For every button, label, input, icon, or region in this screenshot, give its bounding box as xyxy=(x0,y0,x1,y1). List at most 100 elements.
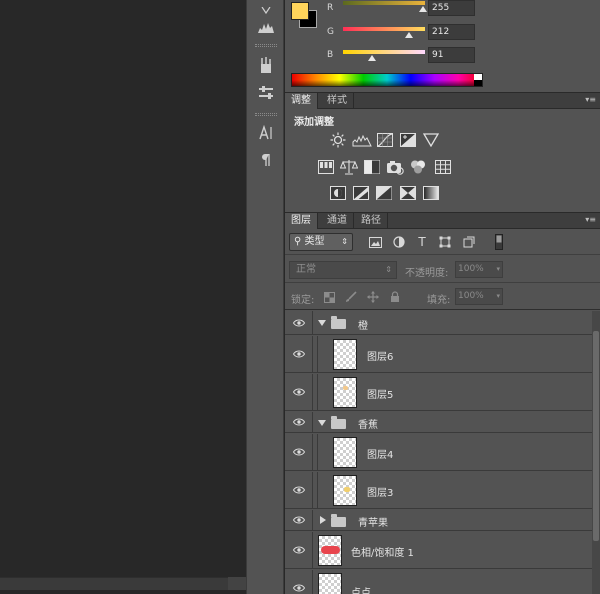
filter-toggle-switch[interactable] xyxy=(491,234,507,250)
layer-row[interactable]: 图层3 xyxy=(285,472,592,509)
smart-object-filter-icon[interactable] xyxy=(461,234,477,250)
photo-filter-icon[interactable] xyxy=(386,159,404,175)
brightness-contrast-icon[interactable] xyxy=(329,132,347,148)
curves-icon[interactable] xyxy=(376,132,394,148)
red-slider-thumb[interactable] xyxy=(419,6,427,12)
panel-menu-icon[interactable]: ▾≡ xyxy=(585,215,596,224)
visibility-eye-icon[interactable] xyxy=(285,374,313,410)
opacity-field[interactable]: 100% ▾ xyxy=(455,261,503,278)
layer-row[interactable]: 图层5 xyxy=(285,374,592,411)
brush-settings-icon[interactable] xyxy=(253,82,279,104)
tab-styles[interactable]: 样式 xyxy=(321,93,354,109)
layer-row[interactable]: 图层6 xyxy=(285,336,592,373)
lock-row: 锁定: 填充: 100% ▾ xyxy=(285,284,600,310)
visibility-eye-icon[interactable] xyxy=(285,472,313,508)
lock-position-icon[interactable] xyxy=(367,291,379,303)
visibility-eye-icon[interactable] xyxy=(285,434,313,470)
document-canvas[interactable] xyxy=(0,0,246,594)
horizontal-scrollbar[interactable] xyxy=(0,577,228,590)
black-white-swatch[interactable] xyxy=(474,74,482,86)
folder-icon xyxy=(331,416,346,429)
panel-menu-icon[interactable]: ▾≡ xyxy=(585,95,596,104)
posterize-icon[interactable] xyxy=(352,185,370,201)
chevron-updown-icon: ⇕ xyxy=(341,237,348,246)
channel-mixer-icon[interactable] xyxy=(409,159,427,175)
lock-image-pixels-icon[interactable] xyxy=(345,291,357,303)
histogram-icon[interactable] xyxy=(253,16,279,38)
tab-adjustments[interactable]: 调整 xyxy=(285,93,318,109)
visibility-eye-icon[interactable] xyxy=(285,532,313,568)
tab-channels[interactable]: 通道 xyxy=(321,213,354,229)
visibility-eye-icon[interactable] xyxy=(285,412,313,432)
vibrance-icon[interactable] xyxy=(422,132,440,148)
adjustment-layer-filter-icon[interactable] xyxy=(391,234,407,250)
color-spectrum-bar[interactable] xyxy=(291,73,483,87)
paragraph-icon[interactable] xyxy=(253,149,279,171)
layer-group-row[interactable]: 青苹果 xyxy=(285,510,592,531)
pixel-layer-filter-icon[interactable] xyxy=(367,234,383,250)
exposure-icon[interactable] xyxy=(399,132,417,148)
panel-grip[interactable] xyxy=(255,113,277,116)
brush-presets-icon[interactable] xyxy=(253,54,279,76)
fill-field[interactable]: 100% ▾ xyxy=(455,288,503,305)
layers-vertical-scrollbar[interactable] xyxy=(592,311,600,594)
expand-triangle-icon[interactable] xyxy=(318,320,326,326)
scrollbar-thumb[interactable] xyxy=(593,331,599,541)
fill-label: 填充: xyxy=(427,295,451,306)
layer-row[interactable]: 图层4 xyxy=(285,434,592,471)
panel-grip[interactable] xyxy=(255,44,277,47)
tab-paths[interactable]: 路径 xyxy=(355,213,388,229)
black-white-icon[interactable] xyxy=(363,159,381,175)
layer-name: 色相/饱和度 1 xyxy=(351,548,414,559)
layers-tab-bar: 图层 通道 路径 ▾≡ xyxy=(285,212,600,229)
layer-row[interactable]: 点点 xyxy=(285,570,592,594)
blue-slider-track[interactable] xyxy=(343,50,425,54)
red-value-field[interactable]: 255 xyxy=(428,0,475,16)
gradient-map-icon[interactable] xyxy=(422,185,440,201)
collapse-triangle-icon[interactable] xyxy=(320,516,326,524)
layer-thumbnail xyxy=(333,377,357,408)
adjustments-panel: 调整 样式 ▾≡ 添加调整 xyxy=(285,92,600,212)
panel-icon-strip xyxy=(246,0,284,594)
blend-mode-select[interactable]: 正常 ⇕ xyxy=(289,261,397,279)
invert-icon[interactable] xyxy=(329,185,347,201)
visibility-eye-icon[interactable] xyxy=(285,570,313,594)
visibility-eye-icon[interactable] xyxy=(285,336,313,372)
group-indent-line xyxy=(317,472,318,509)
layer-kind-filter[interactable]: ⚲ 类型 ⇕ xyxy=(289,233,353,251)
green-value-field[interactable]: 212 xyxy=(428,24,475,40)
lock-all-icon[interactable] xyxy=(389,291,401,303)
blue-value-field[interactable]: 91 xyxy=(428,47,475,63)
blue-slider-thumb[interactable] xyxy=(368,55,376,61)
search-icon: ⚲ xyxy=(294,236,302,247)
color-panel: R 255 G 212 B 91 xyxy=(285,0,600,92)
layer-name: 青苹果 xyxy=(358,518,388,529)
hue-saturation-icon[interactable] xyxy=(317,159,335,175)
red-slider-track[interactable] xyxy=(343,1,425,5)
visibility-eye-icon[interactable] xyxy=(285,311,313,334)
type-layer-filter-icon[interactable]: T xyxy=(414,234,430,250)
layer-thumbnail xyxy=(318,573,342,594)
tab-layers[interactable]: 图层 xyxy=(285,213,318,229)
levels-icon[interactable] xyxy=(352,132,372,148)
layer-group-row[interactable]: 香蕉 xyxy=(285,412,592,433)
shape-layer-filter-icon[interactable] xyxy=(437,234,453,250)
color-lookup-icon[interactable] xyxy=(434,159,452,175)
thumbnail-content xyxy=(343,386,348,390)
layer-filter-row: ⚲ 类型 ⇕ T xyxy=(285,229,600,255)
threshold-icon[interactable] xyxy=(375,185,393,201)
green-slider-track[interactable] xyxy=(343,27,425,31)
adjustment-layer-row[interactable]: 色相/饱和度 1 xyxy=(285,532,592,569)
character-icon[interactable] xyxy=(253,122,279,144)
layer-group-row[interactable]: 橙 xyxy=(285,311,592,335)
expand-triangle-icon[interactable] xyxy=(318,420,326,426)
visibility-eye-icon[interactable] xyxy=(285,510,313,530)
layer-thumbnail xyxy=(333,437,357,468)
lock-transparent-pixels-icon[interactable] xyxy=(323,291,335,303)
color-balance-icon[interactable] xyxy=(340,159,358,175)
foreground-color-swatch[interactable] xyxy=(291,2,309,20)
thumbnail-content xyxy=(321,546,340,554)
green-slider-thumb[interactable] xyxy=(405,32,413,38)
red-channel-row: R 255 xyxy=(285,0,600,16)
selective-color-icon[interactable] xyxy=(399,185,417,201)
